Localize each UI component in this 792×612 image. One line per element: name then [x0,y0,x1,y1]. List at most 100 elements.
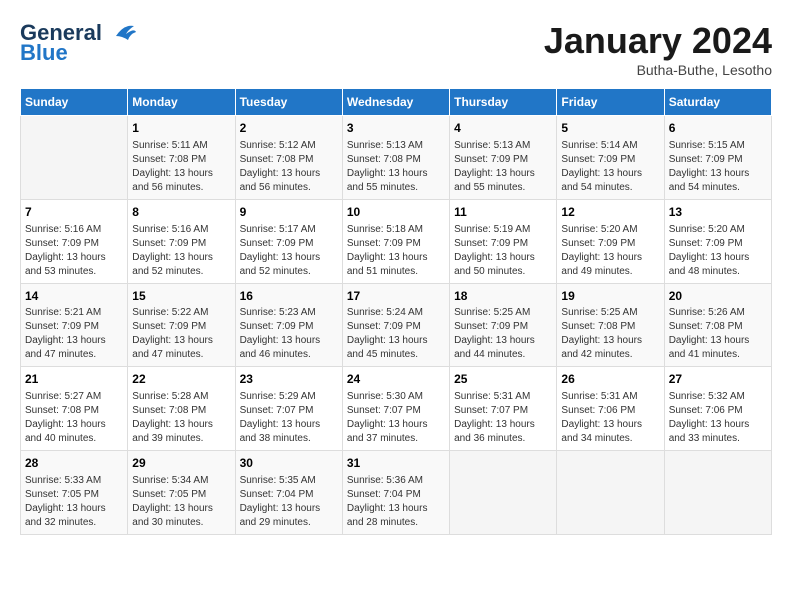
day-number: 11 [454,204,552,221]
calendar-cell: 14Sunrise: 5:21 AMSunset: 7:09 PMDayligh… [21,283,128,367]
calendar-week-5: 28 Sunrise: 5:33 AMSunset: 7:05 PMDayligh… [21,451,772,535]
day-info: Sunrise: 5:20 AMSunset: 7:09 PMDaylight:… [561,223,659,279]
day-info: Sunrise: 5:16 AMSunset: 7:09 PMDaylight:… [132,223,230,279]
calendar-cell: 23Sunrise: 5:29 AMSunset: 7:07 PMDayligh… [235,367,342,451]
day-info: Sunrise: 5:19 AMSunset: 7:09 PMDaylight:… [454,223,552,279]
weekday-header-saturday: Saturday [664,89,771,116]
calendar-cell: 9 Sunrise: 5:17 AMSunset: 7:09 PMDaylight… [235,199,342,283]
day-number: 31 [347,455,445,472]
calendar-cell [21,116,128,200]
day-info: Sunrise: 5:22 AMSunset: 7:09 PMDaylight:… [132,306,230,362]
day-info: Sunrise: 5:16 AMSunset: 7:09 PMDaylight:… [25,223,123,279]
day-info: Sunrise: 5:21 AMSunset: 7:09 PMDaylight:… [25,306,123,362]
logo-blue-text: Blue [20,40,68,66]
title-block: January 2024 Butha-Buthe, Lesotho [544,20,772,78]
day-number: 25 [454,371,552,388]
calendar-cell: 13Sunrise: 5:20 AMSunset: 7:09 PMDayligh… [664,199,771,283]
calendar-cell [450,451,557,535]
calendar-cell: 19Sunrise: 5:25 AMSunset: 7:08 PMDayligh… [557,283,664,367]
weekday-header-row: SundayMondayTuesdayWednesdayThursdayFrid… [21,89,772,116]
day-info: Sunrise: 5:33 AMSunset: 7:05 PMDaylight:… [25,474,123,530]
calendar-cell: 4 Sunrise: 5:13 AMSunset: 7:09 PMDaylight… [450,116,557,200]
weekday-header-monday: Monday [128,89,235,116]
day-number: 3 [347,120,445,137]
calendar-cell: 2Sunrise: 5:12 AMSunset: 7:08 PMDaylight… [235,116,342,200]
calendar-cell [557,451,664,535]
day-number: 20 [669,288,767,305]
weekday-header-thursday: Thursday [450,89,557,116]
day-info: Sunrise: 5:34 AMSunset: 7:05 PMDaylight:… [132,474,230,530]
day-info: Sunrise: 5:25 AMSunset: 7:09 PMDaylight:… [454,306,552,362]
day-number: 16 [240,288,338,305]
day-number: 29 [132,455,230,472]
calendar-cell: 18Sunrise: 5:25 AMSunset: 7:09 PMDayligh… [450,283,557,367]
day-number: 9 [240,204,338,221]
day-number: 21 [25,371,123,388]
day-info: Sunrise: 5:26 AMSunset: 7:08 PMDaylight:… [669,306,767,362]
day-number: 5 [561,120,659,137]
day-info: Sunrise: 5:13 AMSunset: 7:09 PMDaylight:… [454,139,552,195]
day-info: Sunrise: 5:28 AMSunset: 7:08 PMDaylight:… [132,390,230,446]
calendar-table: SundayMondayTuesdayWednesdayThursdayFrid… [20,88,772,535]
day-number: 18 [454,288,552,305]
day-info: Sunrise: 5:25 AMSunset: 7:08 PMDaylight:… [561,306,659,362]
calendar-week-1: 1 Sunrise: 5:11 AMSunset: 7:08 PMDaylight… [21,116,772,200]
calendar-week-2: 7 Sunrise: 5:16 AMSunset: 7:09 PMDaylight… [21,199,772,283]
calendar-cell: 27Sunrise: 5:32 AMSunset: 7:06 PMDayligh… [664,367,771,451]
calendar-cell: 25Sunrise: 5:31 AMSunset: 7:07 PMDayligh… [450,367,557,451]
calendar-cell: 16Sunrise: 5:23 AMSunset: 7:09 PMDayligh… [235,283,342,367]
day-number: 4 [454,120,552,137]
weekday-header-sunday: Sunday [21,89,128,116]
day-info: Sunrise: 5:27 AMSunset: 7:08 PMDaylight:… [25,390,123,446]
day-number: 12 [561,204,659,221]
calendar-cell: 17Sunrise: 5:24 AMSunset: 7:09 PMDayligh… [342,283,449,367]
day-info: Sunrise: 5:17 AMSunset: 7:09 PMDaylight:… [240,223,338,279]
day-info: Sunrise: 5:15 AMSunset: 7:09 PMDaylight:… [669,139,767,195]
day-number: 1 [132,120,230,137]
day-number: 30 [240,455,338,472]
calendar-cell: 15Sunrise: 5:22 AMSunset: 7:09 PMDayligh… [128,283,235,367]
day-number: 26 [561,371,659,388]
logo-bird-icon [106,22,136,44]
day-number: 6 [669,120,767,137]
calendar-cell: 22 Sunrise: 5:28 AMSunset: 7:08 PMDayligh… [128,367,235,451]
calendar-header: SundayMondayTuesdayWednesdayThursdayFrid… [21,89,772,116]
calendar-cell: 3Sunrise: 5:13 AMSunset: 7:08 PMDaylight… [342,116,449,200]
calendar-cell: 30Sunrise: 5:35 AMSunset: 7:04 PMDayligh… [235,451,342,535]
calendar-cell: 6 Sunrise: 5:15 AMSunset: 7:09 PMDaylight… [664,116,771,200]
calendar-body: 1 Sunrise: 5:11 AMSunset: 7:08 PMDaylight… [21,116,772,535]
day-number: 15 [132,288,230,305]
calendar-cell: 29 Sunrise: 5:34 AMSunset: 7:05 PMDayligh… [128,451,235,535]
calendar-cell: 20Sunrise: 5:26 AMSunset: 7:08 PMDayligh… [664,283,771,367]
calendar-cell: 21 Sunrise: 5:27 AMSunset: 7:08 PMDayligh… [21,367,128,451]
calendar-cell: 31Sunrise: 5:36 AMSunset: 7:04 PMDayligh… [342,451,449,535]
calendar-cell: 11 Sunrise: 5:19 AMSunset: 7:09 PMDayligh… [450,199,557,283]
day-info: Sunrise: 5:14 AMSunset: 7:09 PMDaylight:… [561,139,659,195]
day-info: Sunrise: 5:31 AMSunset: 7:06 PMDaylight:… [561,390,659,446]
day-info: Sunrise: 5:24 AMSunset: 7:09 PMDaylight:… [347,306,445,362]
day-number: 23 [240,371,338,388]
day-info: Sunrise: 5:18 AMSunset: 7:09 PMDaylight:… [347,223,445,279]
day-number: 7 [25,204,123,221]
day-number: 24 [347,371,445,388]
weekday-header-wednesday: Wednesday [342,89,449,116]
day-info: Sunrise: 5:23 AMSunset: 7:09 PMDaylight:… [240,306,338,362]
day-number: 17 [347,288,445,305]
month-title: January 2024 [544,20,772,62]
day-number: 22 [132,371,230,388]
day-number: 14 [25,288,123,305]
day-number: 2 [240,120,338,137]
calendar-cell: 1 Sunrise: 5:11 AMSunset: 7:08 PMDaylight… [128,116,235,200]
day-number: 19 [561,288,659,305]
calendar-cell: 12 Sunrise: 5:20 AMSunset: 7:09 PMDayligh… [557,199,664,283]
day-info: Sunrise: 5:30 AMSunset: 7:07 PMDaylight:… [347,390,445,446]
calendar-cell: 24 Sunrise: 5:30 AMSunset: 7:07 PMDayligh… [342,367,449,451]
location: Butha-Buthe, Lesotho [544,62,772,78]
calendar-cell: 10Sunrise: 5:18 AMSunset: 7:09 PMDayligh… [342,199,449,283]
day-info: Sunrise: 5:11 AMSunset: 7:08 PMDaylight:… [132,139,230,195]
day-info: Sunrise: 5:20 AMSunset: 7:09 PMDaylight:… [669,223,767,279]
calendar-week-3: 14Sunrise: 5:21 AMSunset: 7:09 PMDayligh… [21,283,772,367]
calendar-cell [664,451,771,535]
calendar-week-4: 21 Sunrise: 5:27 AMSunset: 7:08 PMDayligh… [21,367,772,451]
day-number: 28 [25,455,123,472]
